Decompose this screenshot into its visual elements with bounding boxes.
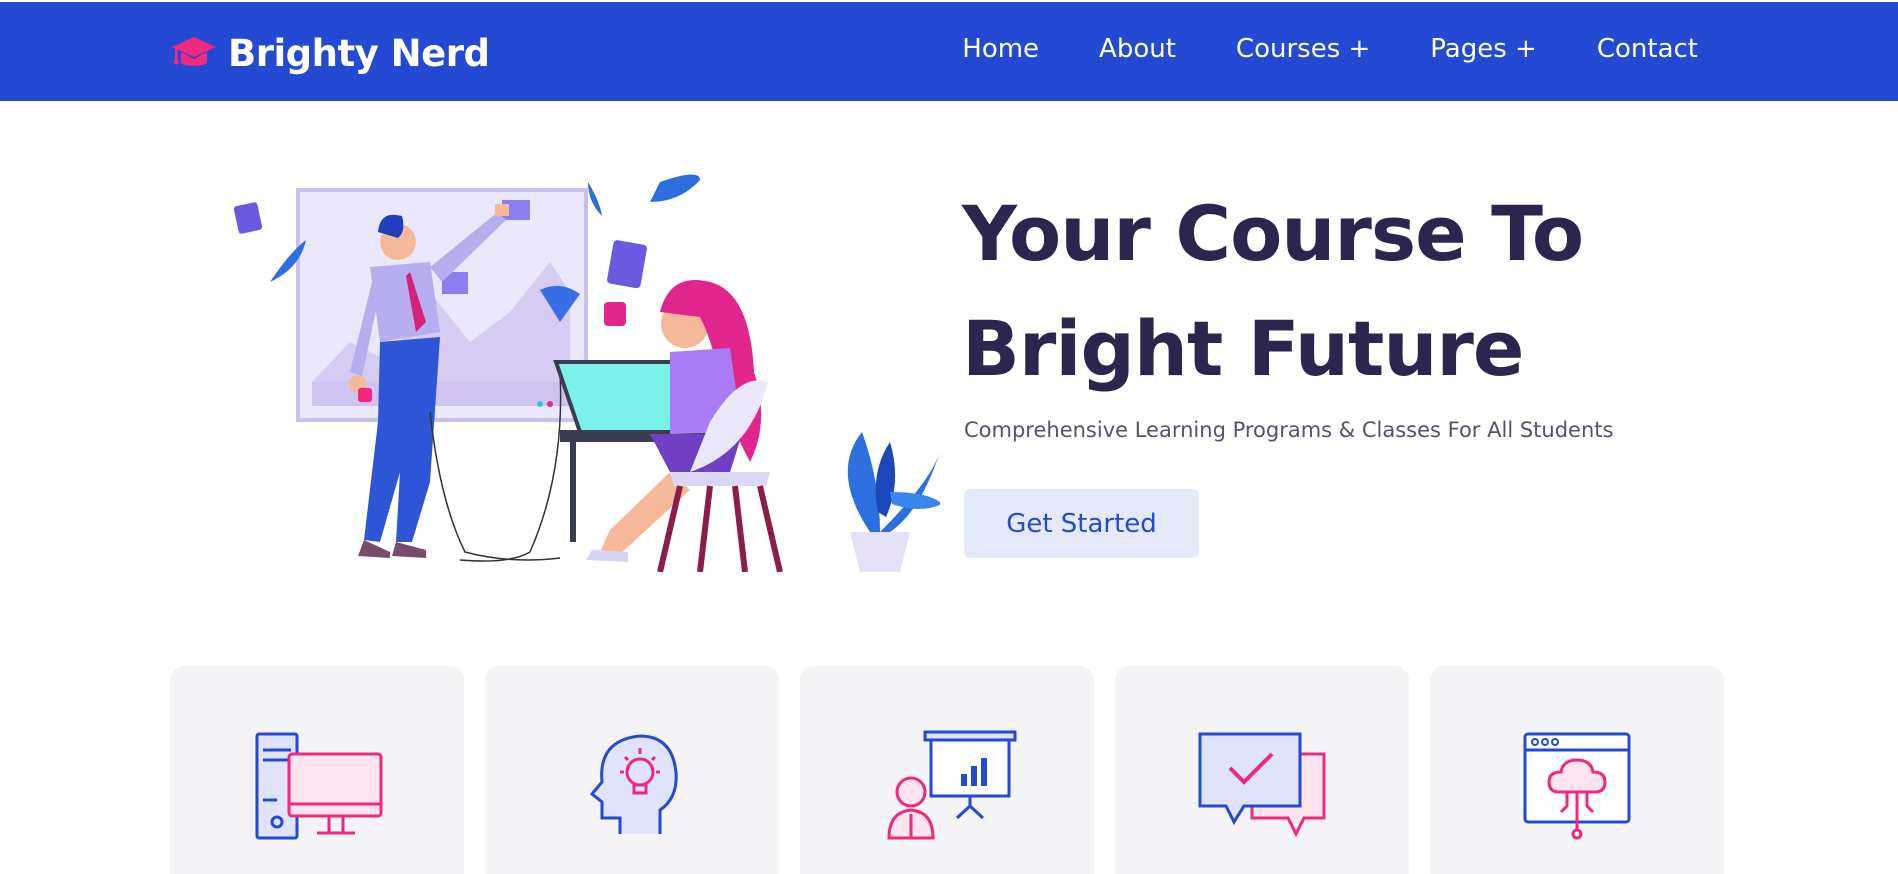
feature-card-chat[interactable] bbox=[1115, 666, 1409, 874]
nav-contact[interactable]: Contact bbox=[1597, 34, 1698, 64]
main-nav: Home About Courses + Pages + Contact bbox=[902, 34, 1698, 64]
feature-card-cloud[interactable] bbox=[1430, 666, 1724, 874]
hero-illustration bbox=[233, 174, 940, 572]
navbar: Brighty Nerd Home About Courses + Pages … bbox=[0, 2, 1898, 101]
computer-icon bbox=[255, 732, 383, 840]
presentation-icon bbox=[887, 730, 1017, 840]
chat-check-icon bbox=[1198, 732, 1326, 838]
graduation-cap-icon bbox=[172, 37, 216, 66]
nav-home[interactable]: Home bbox=[962, 34, 1039, 64]
hero-title-line-2: Bright Future bbox=[962, 304, 1524, 393]
nav-courses[interactable]: Courses + bbox=[1236, 34, 1370, 64]
feature-card-idea[interactable] bbox=[485, 666, 779, 874]
feature-cards bbox=[170, 666, 1724, 874]
nav-about[interactable]: About bbox=[1099, 34, 1176, 64]
get-started-button[interactable]: Get Started bbox=[964, 489, 1199, 558]
cloud-browser-icon bbox=[1523, 732, 1631, 840]
hero-subtitle: Comprehensive Learning Programs & Classe… bbox=[964, 418, 1614, 442]
brand-name: Brighty Nerd bbox=[228, 31, 490, 75]
nav-pages[interactable]: Pages + bbox=[1430, 34, 1537, 64]
hero-title-line-1: Your Course To bbox=[962, 189, 1584, 278]
feature-card-presentation[interactable] bbox=[800, 666, 1094, 874]
brand-logo[interactable]: Brighty Nerd bbox=[170, 31, 490, 75]
feature-card-computer[interactable] bbox=[170, 666, 464, 874]
hero-title: Your Course To Bright Future bbox=[962, 176, 1782, 406]
idea-head-icon bbox=[589, 734, 678, 834]
